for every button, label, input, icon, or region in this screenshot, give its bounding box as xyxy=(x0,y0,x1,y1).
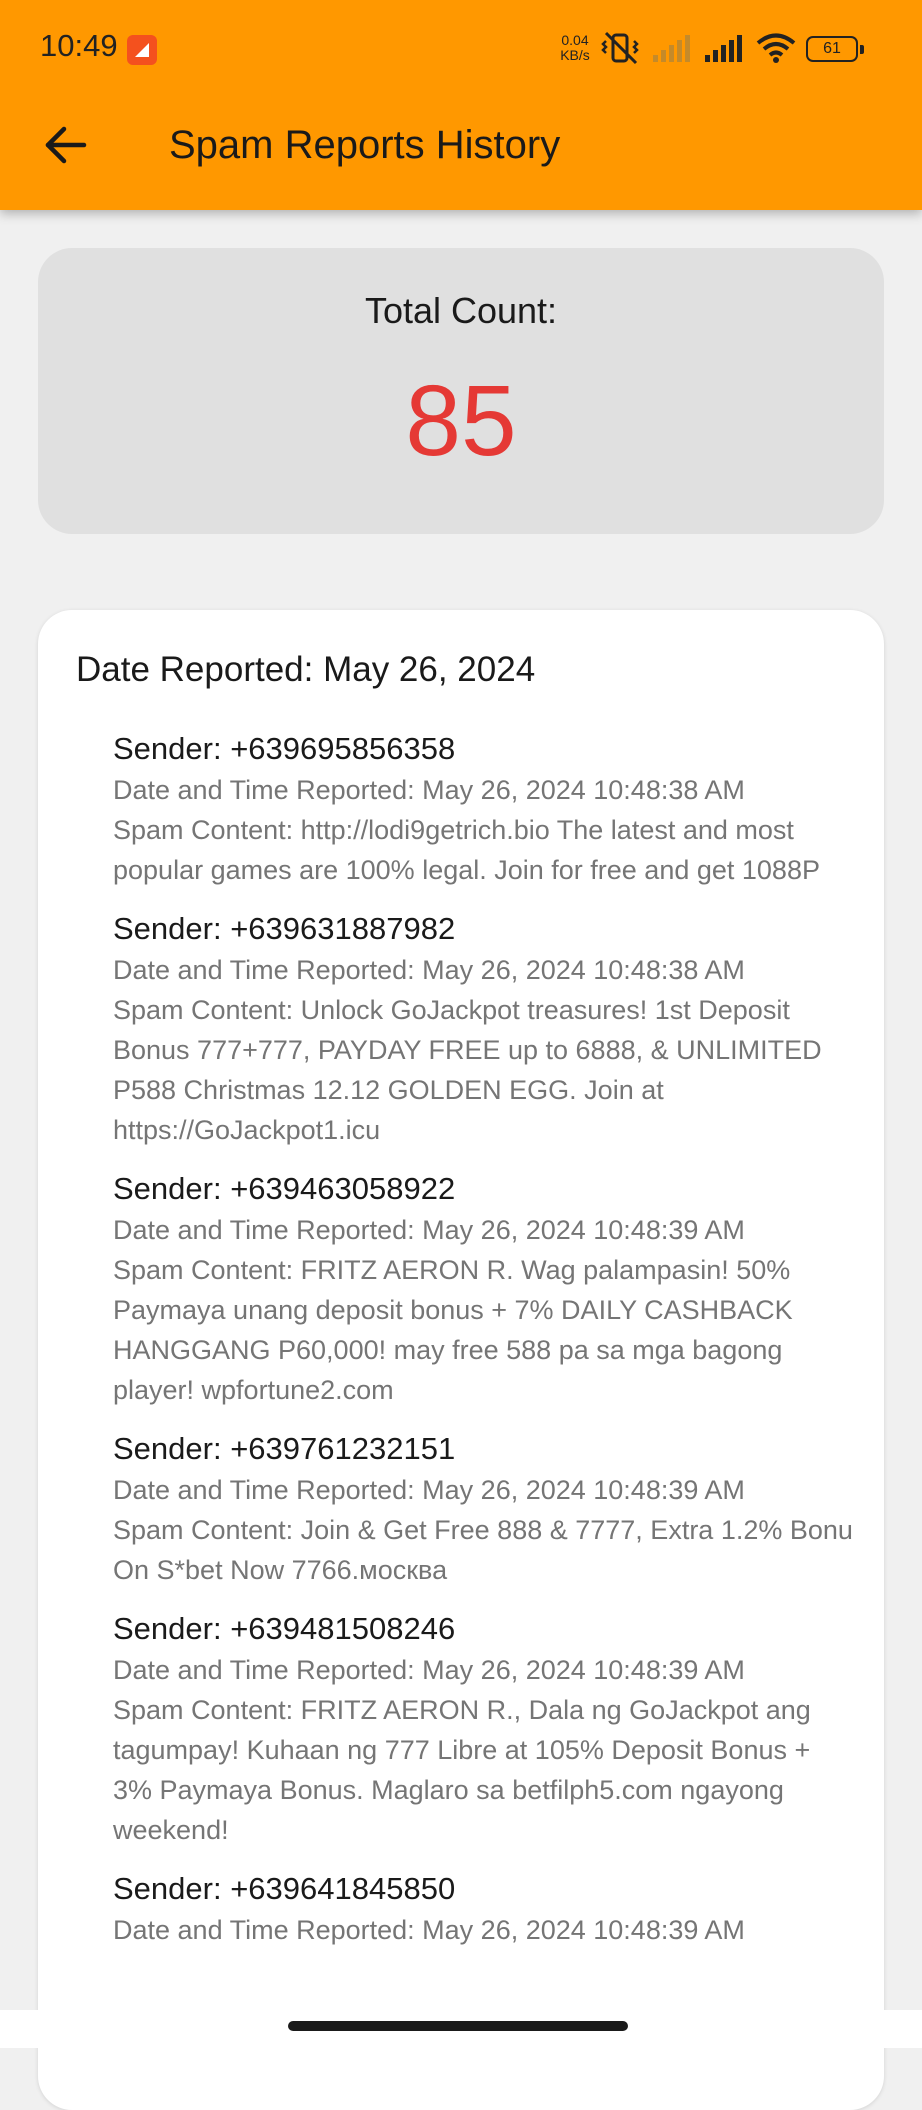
report-content: Spam Content: Join & Get Free 888 & 7777… xyxy=(113,1515,853,1585)
app-bar: 10:49 0.04 KB/s 61 Spam Reports History xyxy=(0,0,922,210)
page-title: Spam Reports History xyxy=(169,123,561,167)
report-content: Spam Content: http://lodi9getrich.bio Th… xyxy=(113,815,820,885)
mute-vibrate-icon xyxy=(600,31,640,65)
report-sender: Sender: +639641845850 xyxy=(113,1871,456,1906)
back-button[interactable] xyxy=(40,120,90,170)
network-speed-value: 0.04 xyxy=(561,32,589,48)
report-group-card: Date Reported: May 26, 2024 Sender: +639… xyxy=(38,610,884,2110)
report-sender: Sender: +639631887982 xyxy=(113,911,456,946)
report-sender: Sender: +639695856358 xyxy=(113,731,456,766)
report-list: Sender: +639695856358 Date and Time Repo… xyxy=(113,728,853,1968)
report-content: Spam Content: FRITZ AERON R., Dala ng Go… xyxy=(113,1695,811,1845)
report-item[interactable]: Sender: +639641845850 Date and Time Repo… xyxy=(113,1868,853,1950)
report-item[interactable]: Sender: +639761232151 Date and Time Repo… xyxy=(113,1428,853,1590)
battery-icon: 61 xyxy=(806,36,864,62)
report-datetime: Date and Time Reported: May 26, 2024 10:… xyxy=(113,1915,745,1945)
wifi-icon xyxy=(756,32,796,64)
report-datetime: Date and Time Reported: May 26, 2024 10:… xyxy=(113,1475,745,1505)
total-count-card: Total Count: 85 xyxy=(38,248,884,534)
report-item[interactable]: Sender: +639463058922 Date and Time Repo… xyxy=(113,1168,853,1410)
report-item[interactable]: Sender: +639631887982 Date and Time Repo… xyxy=(113,908,853,1150)
report-sender: Sender: +639481508246 xyxy=(113,1611,456,1646)
date-reported-header: Date Reported: May 26, 2024 xyxy=(76,650,536,689)
status-time: 10:49 xyxy=(40,28,118,63)
status-icons xyxy=(600,28,796,68)
report-datetime: Date and Time Reported: May 26, 2024 10:… xyxy=(113,1215,745,1245)
report-sender: Sender: +639761232151 xyxy=(113,1431,456,1466)
notification-app-icon xyxy=(127,35,157,65)
report-item[interactable]: Sender: +639695856358 Date and Time Repo… xyxy=(113,728,853,890)
report-datetime: Date and Time Reported: May 26, 2024 10:… xyxy=(113,775,745,805)
report-content: Spam Content: FRITZ AERON R. Wag palampa… xyxy=(113,1255,793,1405)
status-bar: 10:49 0.04 KB/s 61 xyxy=(0,0,922,96)
battery-level: 61 xyxy=(823,40,841,57)
report-content: Spam Content: Unlock GoJackpot treasures… xyxy=(113,995,822,1145)
home-indicator[interactable] xyxy=(288,2021,628,2031)
total-count-value: 85 xyxy=(405,365,517,477)
network-speed-unit: KB/s xyxy=(560,47,590,63)
report-datetime: Date and Time Reported: May 26, 2024 10:… xyxy=(113,1655,745,1685)
report-item[interactable]: Sender: +639481508246 Date and Time Repo… xyxy=(113,1608,853,1850)
report-datetime: Date and Time Reported: May 26, 2024 10:… xyxy=(113,955,745,985)
network-speed: 0.04 KB/s xyxy=(553,33,597,63)
signal-icon xyxy=(704,33,744,63)
report-sender: Sender: +639463058922 xyxy=(113,1171,456,1206)
total-count-label: Total Count: xyxy=(364,290,558,331)
arrow-left-icon xyxy=(45,126,87,164)
signal-icon xyxy=(652,33,692,63)
